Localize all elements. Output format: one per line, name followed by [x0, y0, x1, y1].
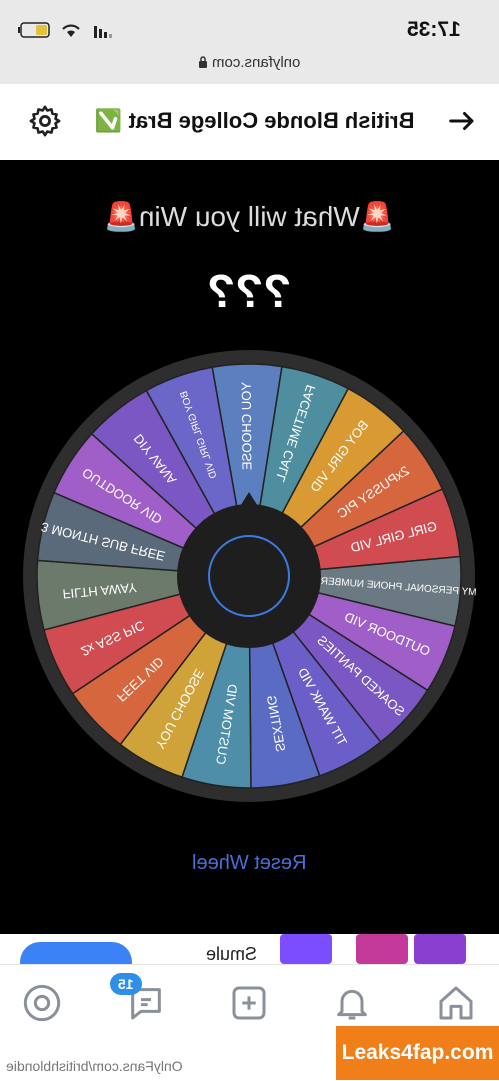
ad-app-icon [280, 934, 332, 964]
battery-icon [18, 22, 50, 38]
ad-text: Smule [206, 944, 258, 964]
wheel-segment-label: YOU CHOOSE [239, 382, 255, 471]
reset-wheel-button[interactable]: Reset Wheel [0, 852, 499, 875]
status-time: 17:35 [407, 18, 461, 41]
wheel-result: ??? [207, 265, 292, 317]
footer-url: OnlyFans.com/britishblondie [6, 1058, 183, 1074]
profile-icon[interactable] [22, 983, 62, 1023]
notifications-icon[interactable] [332, 983, 372, 1023]
page-title: British Blonde College Brat ✅ [95, 108, 415, 133]
wheel-hub[interactable] [177, 504, 321, 648]
wheel-page: 🚨What will you Win🚨 ??? YOU CHOOSE FACETI… [0, 160, 499, 934]
url-text: onlyfans.com [212, 54, 301, 71]
status-icons [18, 22, 114, 38]
wifi-icon [62, 24, 80, 37]
wheel-question: 🚨What will you Win🚨 [104, 201, 395, 232]
home-icon[interactable] [436, 983, 476, 1023]
gear-icon[interactable] [28, 104, 62, 138]
add-post-icon[interactable] [229, 983, 269, 1023]
signal-icon [94, 26, 112, 38]
ad-screenshot [414, 934, 466, 964]
status-bar: 17:35 onlyfans.com [0, 0, 499, 84]
ad-banner[interactable]: Smule [0, 934, 499, 964]
lock-icon [199, 56, 208, 68]
ad-install-button[interactable] [20, 942, 132, 964]
url-bar[interactable]: onlyfans.com [0, 54, 499, 71]
profile-header: British Blonde College Brat ✅ [0, 84, 499, 161]
back-arrow-icon[interactable] [447, 106, 477, 136]
ad-screenshot [356, 934, 408, 964]
messages-badge: 15 [110, 973, 142, 995]
prize-wheel[interactable]: YOU CHOOSE FACETIME CALLBOY GIRL VID2xPUS… [0, 340, 499, 840]
watermark: Leaks4fap.com [336, 1026, 499, 1080]
